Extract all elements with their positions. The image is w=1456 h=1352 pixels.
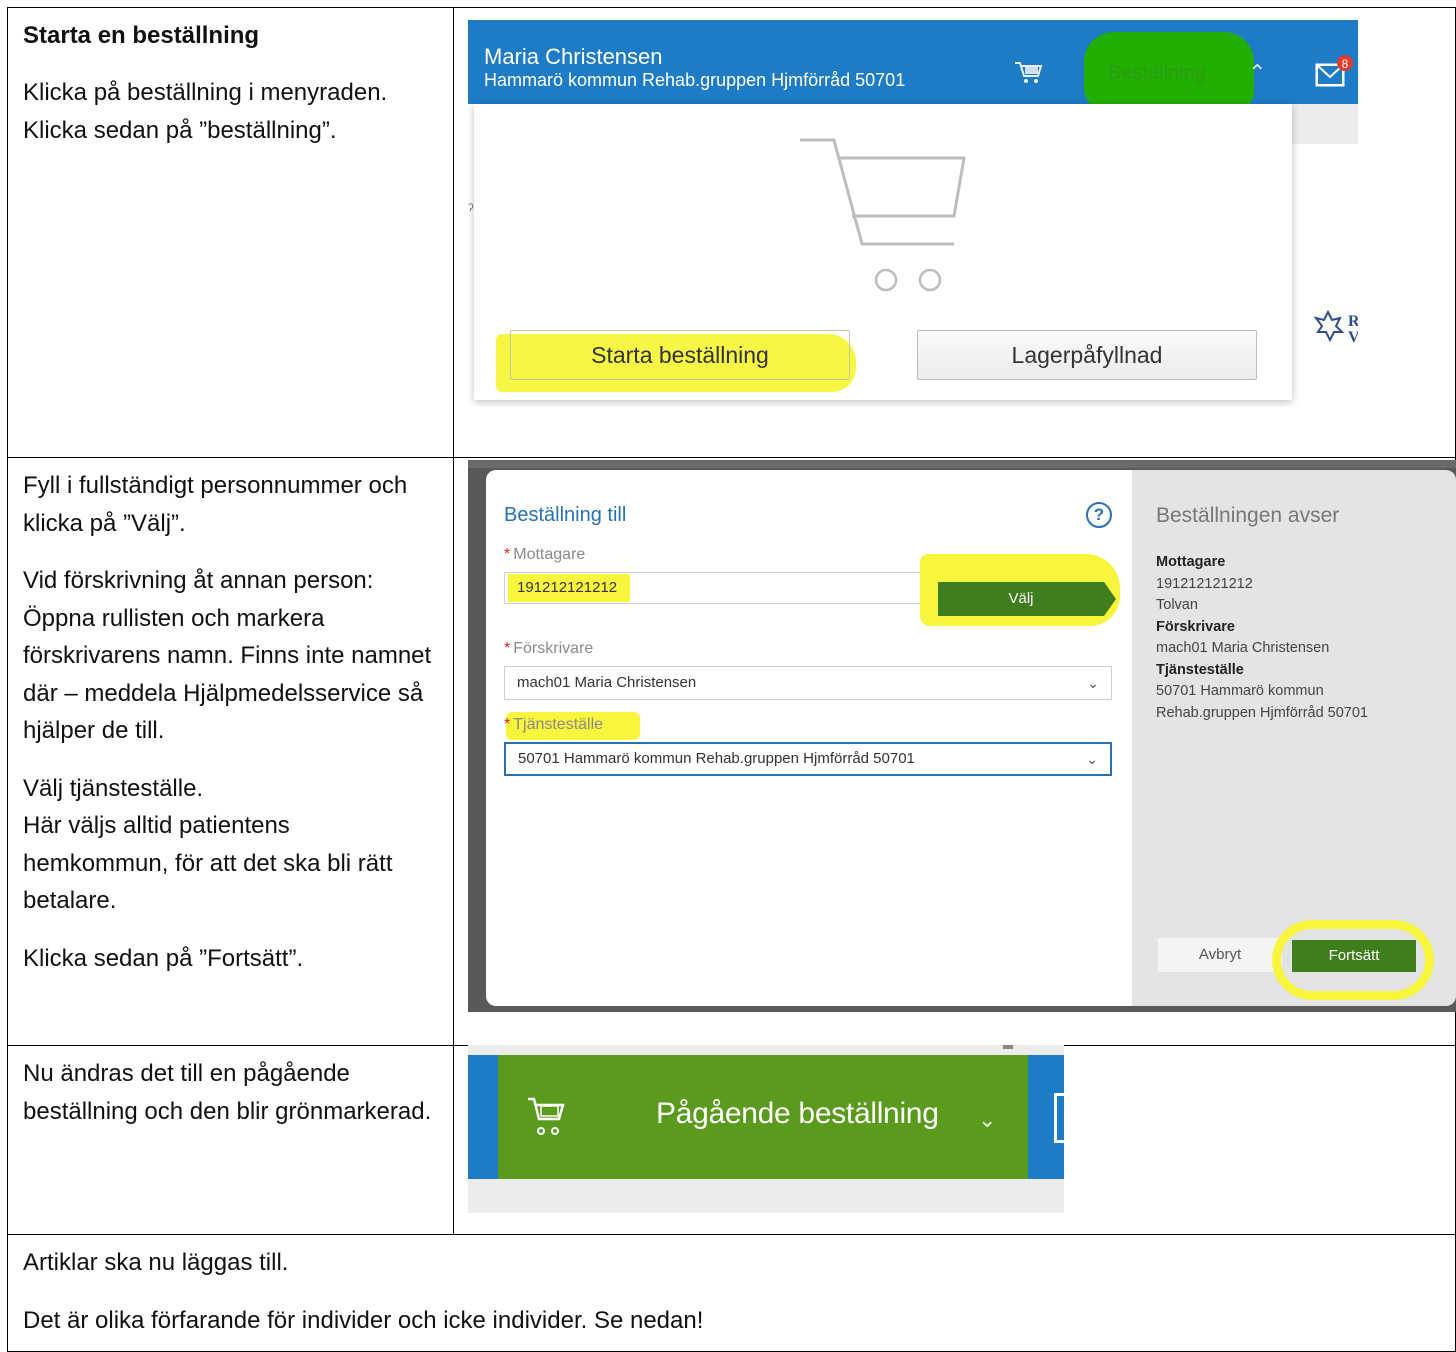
menu-item-bestallning[interactable]: Beställning (1108, 62, 1206, 85)
chevron-up-icon[interactable]: ⌃ (1248, 60, 1266, 86)
user-name: Maria Christensen (484, 44, 663, 69)
cart-icon[interactable] (1013, 60, 1043, 86)
screenshot-order-menu: Maria Christensen Hammarö kommun Rehab.g… (468, 12, 1358, 407)
instruction-text: Artiklar ska nu läggas till. (23, 1249, 289, 1276)
summary-label: Förskrivare (1156, 618, 1235, 635)
dialog-title: Beställning till (504, 504, 627, 526)
svg-text:R: R (1348, 313, 1358, 330)
svg-text:V: V (1348, 329, 1358, 346)
row4-text: Artiklar ska nu läggas till. Det är olik… (7, 1234, 1456, 1349)
region-logo-icon: R V (1313, 309, 1358, 346)
screenshot-ongoing-order: Pågående beställning ⌄ (468, 1045, 1064, 1213)
label-mottagare: * Mottagare (504, 546, 586, 563)
order-dialog: Beställning till ? * Mottagare 1912121212… (486, 470, 1134, 1006)
tjanstestalle-value: 50701 Hammarö kommun Rehab.gruppen Hjmfö… (518, 750, 915, 767)
continue-button[interactable]: Fortsätt (1292, 940, 1416, 972)
summary-value: Rehab.gruppen Hjmförråd 50701 (1156, 704, 1368, 721)
valj-button-arrow (1104, 582, 1116, 616)
instruction-text: Klicka sedan på ”Fortsätt”. (23, 944, 304, 972)
mail-badge-count: 8 (1342, 57, 1349, 71)
cancel-button[interactable]: Avbryt (1158, 938, 1282, 972)
instruction-text: Välj tjänsteställe. (23, 774, 204, 802)
row2-text: Fyll i fullständigt personnummer och kli… (7, 457, 454, 987)
background-strip (1290, 104, 1358, 144)
required-marker: * (504, 640, 511, 657)
mottagare-input[interactable]: 191212121212 (504, 572, 932, 604)
instruction-text: Här väljs alltid patientens hemkommun, f… (23, 812, 393, 914)
mail-icon[interactable]: 8 (1314, 54, 1354, 90)
row3-text: Nu ändras det till en pågående beställni… (7, 1045, 454, 1140)
restock-button[interactable]: Lagerpåfyllnad (917, 330, 1257, 380)
label-tjanstestalle: * Tjänsteställe (504, 716, 604, 733)
screenshot-order-dialog: Beställning till ? * Mottagare 1912121212… (468, 460, 1456, 1012)
user-organization: Hammarö kommun Rehab.gruppen Hjmförråd 5… (484, 70, 906, 90)
top-menu-bar: Maria Christensen Hammarö kommun Rehab.g… (468, 20, 1358, 112)
summary-label: Mottagare (1156, 554, 1226, 570)
instruction-text: Vid förskrivning åt annan person: Öppna … (23, 567, 432, 744)
tjanstestalle-select[interactable]: 50701 Hammarö kommun Rehab.gruppen Hjmfö… (504, 742, 1112, 776)
label-forskrivare: * Förskrivare (504, 640, 594, 657)
row1-text: Starta en beställning Klicka på beställn… (7, 7, 454, 159)
section-heading: Starta en beställning (23, 22, 260, 49)
instruction-text: Fyll i fullständigt personnummer och kli… (23, 472, 408, 537)
forskrivare-value: mach01 Maria Christensen (517, 674, 697, 691)
required-marker: * (504, 546, 511, 563)
background-fragment: ˀ (468, 202, 474, 219)
chevron-down-icon: ⌄ (1087, 675, 1099, 691)
help-icon[interactable]: ? (1086, 502, 1112, 528)
summary-value: 191212121212 (1156, 575, 1253, 592)
chevron-down-icon[interactable]: ⌄ (978, 1107, 996, 1133)
start-order-button[interactable]: Starta beställning (510, 330, 850, 380)
summary-title: Beställningen avser (1156, 504, 1340, 527)
instruction-text: Nu ändras det till en pågående beställni… (23, 1060, 432, 1125)
instruction-text: Det är olika förfarande för individer oc… (23, 1306, 704, 1334)
order-summary-panel: Beställningen avser Mottagare 1912121212… (1132, 470, 1456, 1006)
ongoing-order-label: Pågående beställning (656, 1097, 939, 1130)
forskrivare-select[interactable]: mach01 Maria Christensen ⌄ (504, 666, 1112, 700)
instruction-text: Klicka på beställning i menyraden. Klick… (23, 79, 388, 144)
mail-icon[interactable] (1054, 1093, 1064, 1143)
summary-details: Mottagare 191212121212 Tolvan Förskrivar… (1156, 552, 1368, 724)
valj-button[interactable]: Välj (938, 582, 1104, 616)
summary-value: 50701 Hammarö kommun (1156, 683, 1324, 699)
summary-value: mach01 Maria Christensen (1156, 640, 1330, 656)
cart-icon (528, 1097, 565, 1135)
required-marker: * (504, 716, 511, 733)
background-fragment (1003, 1045, 1013, 1049)
summary-label: Tjänsteställe (1156, 661, 1244, 678)
chevron-down-icon: ⌄ (1086, 751, 1098, 767)
empty-cart-icon (800, 138, 966, 292)
background-strip (468, 460, 1456, 468)
summary-value: Tolvan (1156, 597, 1198, 613)
